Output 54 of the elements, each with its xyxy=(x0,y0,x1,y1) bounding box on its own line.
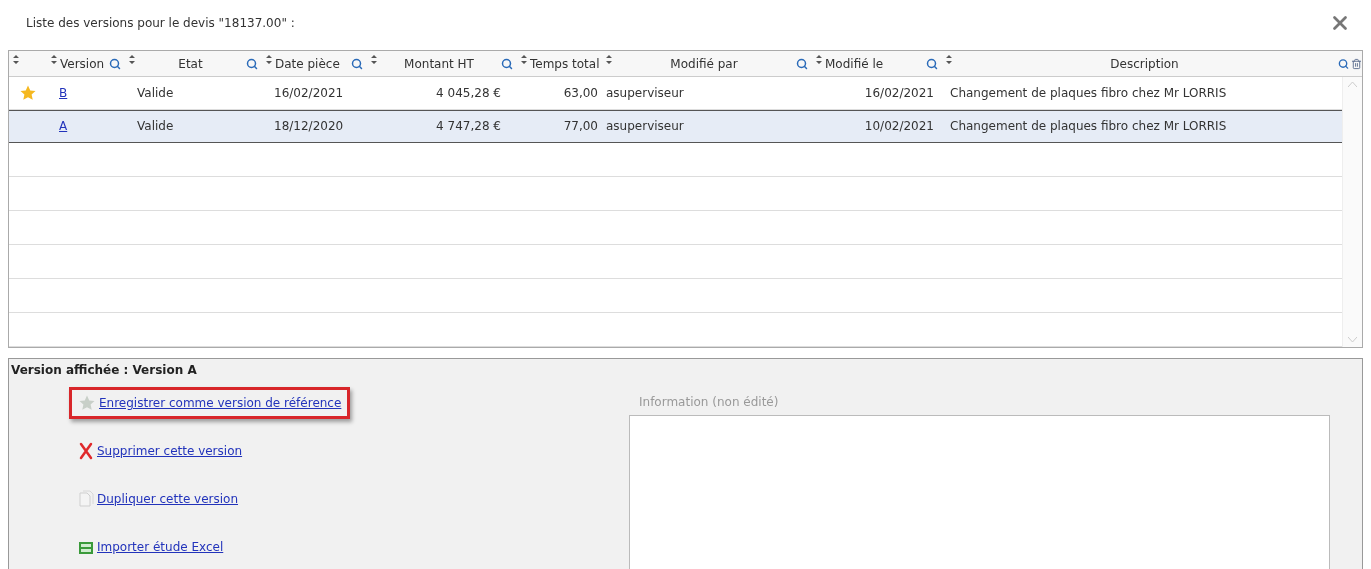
column-header[interactable]: Modifié par xyxy=(615,54,793,73)
star-icon xyxy=(78,394,96,412)
table-row[interactable]: A Valide 18/12/2020 4 747,28 € 77,00 asuperviseur 10/02/2021 Changement de plaques fibro chez Mr LORRIS xyxy=(9,110,1342,143)
table-cell: 10/02/2021 xyxy=(864,119,934,134)
star-icon xyxy=(19,84,37,102)
pages-icon xyxy=(78,490,94,508)
table-cell: 77,00 xyxy=(563,119,598,134)
sort-icon[interactable] xyxy=(266,55,272,64)
column-header[interactable]: Date pièce xyxy=(275,54,348,73)
table-cell: Changement de plaques fibro chez Mr LORRIS xyxy=(950,86,1227,100)
action-link[interactable]: Supprimer cette version xyxy=(97,442,243,460)
search-icon[interactable] xyxy=(246,57,258,70)
search-icon[interactable] xyxy=(926,57,938,70)
spreadsheet-icon xyxy=(78,539,94,555)
table-cell: 16/02/2021 xyxy=(864,86,934,100)
search-icon[interactable] xyxy=(109,57,121,70)
info-label: Information (non édité) xyxy=(638,394,780,411)
sort-icon[interactable] xyxy=(51,55,57,64)
search-icon[interactable] xyxy=(351,57,363,70)
column-header[interactable]: Etat xyxy=(138,54,243,73)
cross-icon xyxy=(78,442,94,460)
column-header[interactable]: Temps total xyxy=(530,54,600,73)
search-icon[interactable] xyxy=(796,57,808,70)
table-cell: Valide xyxy=(137,119,174,134)
dialog-title: Liste des versions pour le devis "18137.00" : xyxy=(26,15,295,32)
search-icon[interactable] xyxy=(1338,57,1349,70)
table-cell: 63,00 xyxy=(563,86,598,100)
action-link[interactable]: Importer étude Excel xyxy=(97,538,224,556)
table-cell: asuperviseur xyxy=(606,86,684,100)
sort-icon[interactable] xyxy=(129,55,135,64)
sort-icon[interactable] xyxy=(13,55,19,64)
sort-icon[interactable] xyxy=(606,55,612,64)
trash-icon[interactable] xyxy=(1351,57,1362,70)
column-header[interactable]: Description xyxy=(955,54,1334,73)
column-header[interactable]: Version xyxy=(60,54,106,73)
sort-icon[interactable] xyxy=(521,55,527,64)
sort-icon[interactable] xyxy=(946,55,952,64)
column-header[interactable]: Montant HT xyxy=(380,54,498,73)
column-header[interactable]: Modifié le xyxy=(825,54,923,73)
action-link[interactable]: Enregistrer comme version de référence xyxy=(99,394,342,412)
table-cell: Changement de plaques fibro chez Mr LORRIS xyxy=(950,119,1227,134)
sort-icon[interactable] xyxy=(371,55,377,64)
table-cell: 4 045,28 € xyxy=(436,86,501,100)
table-cell: asuperviseur xyxy=(606,119,684,134)
table-cell: Valide xyxy=(137,86,174,100)
table-cell: 16/02/2021 xyxy=(274,86,344,100)
sort-icon[interactable] xyxy=(816,55,822,64)
version-link[interactable]: B xyxy=(59,86,68,100)
search-icon[interactable] xyxy=(501,57,513,70)
action-link[interactable]: Dupliquer cette version xyxy=(97,490,239,508)
details-heading: Version affichée : Version A xyxy=(10,362,198,379)
table-cell: 18/12/2020 xyxy=(274,119,344,134)
version-link[interactable]: A xyxy=(59,119,68,134)
table-cell: 4 747,28 € xyxy=(436,119,501,134)
